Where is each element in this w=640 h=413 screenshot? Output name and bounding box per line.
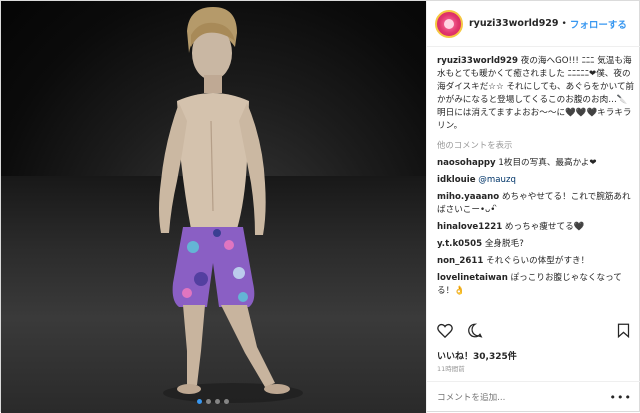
bookmark-icon[interactable] [617,323,630,342]
comment-username[interactable]: idklouie [437,175,476,185]
carousel-dot [215,399,220,404]
caption-username[interactable]: ryuzi33world929 [437,56,518,66]
comment-mention[interactable]: @mauzq [478,175,516,185]
comment-text: めっちゃ痩せてる🖤 [504,222,585,232]
comment-username[interactable]: miho.yaaano [437,192,499,202]
comment-text: 1枚目の写真、最高かよ❤ [498,158,597,168]
comment-username[interactable]: lovelinetaiwan [437,273,508,283]
carousel-dot [224,399,229,404]
post-sidebar: ryuzi33world929 • フォローする ryuzi33world929… [426,1,640,413]
header-username[interactable]: ryuzi33world929 [469,18,559,29]
carousel-indicator [197,399,229,404]
load-more-comments[interactable]: 他のコメントを表示 [437,139,635,152]
comment-username[interactable]: naosohappy [437,158,496,168]
caption: ryuzi33world929 夜の海へGO!!! ﾆﾆﾆ 気温も海水もとても暖… [437,55,635,133]
comment-text: 全身脱毛? [484,239,524,249]
comments-section: ryuzi33world929 夜の海へGO!!! ﾆﾆﾆ 気温も海水もとても暖… [437,55,635,302]
person-figure [159,7,303,403]
comment-item: non_2611 それぐらいの体型がすき！ [437,255,635,268]
heart-icon[interactable] [437,323,453,338]
instagram-post: ryuzi33world929 • フォローする ryuzi33world929… [0,0,640,413]
comment-item: hinalove1221 めっちゃ痩せてる🖤 [437,221,635,234]
comment-text: それぐらいの体型がすき！ [486,256,590,266]
comment-username[interactable]: hinalove1221 [437,222,502,232]
post-header: ryuzi33world929 • フォローする [427,1,640,47]
comment-username[interactable]: y.t.k0505 [437,239,482,249]
comment-item: lovelinetaiwan ぽっこりお腹じゃなくなってる！👌 [437,272,635,298]
add-comment-bar: ••• [427,381,640,413]
comment-item: miho.yaaano めちゃやせてる！これで腕筋あればさいこー•ᴗ•́ ̀ [437,191,635,217]
header-separator: • [561,18,567,29]
comment-input[interactable] [437,392,587,403]
comment-icon[interactable] [467,323,483,338]
more-options-icon[interactable]: ••• [610,391,632,404]
carousel-dot [206,399,211,404]
avatar[interactable] [435,9,463,38]
comment-item: naosohappy 1枚目の写真、最高かよ❤ [437,157,635,170]
likes-count[interactable]: いいね！30,325件 [437,349,517,362]
timestamp: 11時間前 [437,365,465,373]
post-photo[interactable] [1,1,426,413]
comment-item: idklouie @mauzq [437,174,635,187]
carousel-dot [197,399,202,404]
comment-item: y.t.k0505 全身脱毛? [437,238,635,251]
caption-text: 夜の海へGO!!! ﾆﾆﾆ 気温も海水もとても暖かくて癒されました ﾆﾆﾆﾆﾆ❤… [437,56,635,131]
follow-button[interactable]: フォローする [570,17,627,31]
comment-username[interactable]: non_2611 [437,256,483,266]
action-bar [437,323,483,338]
